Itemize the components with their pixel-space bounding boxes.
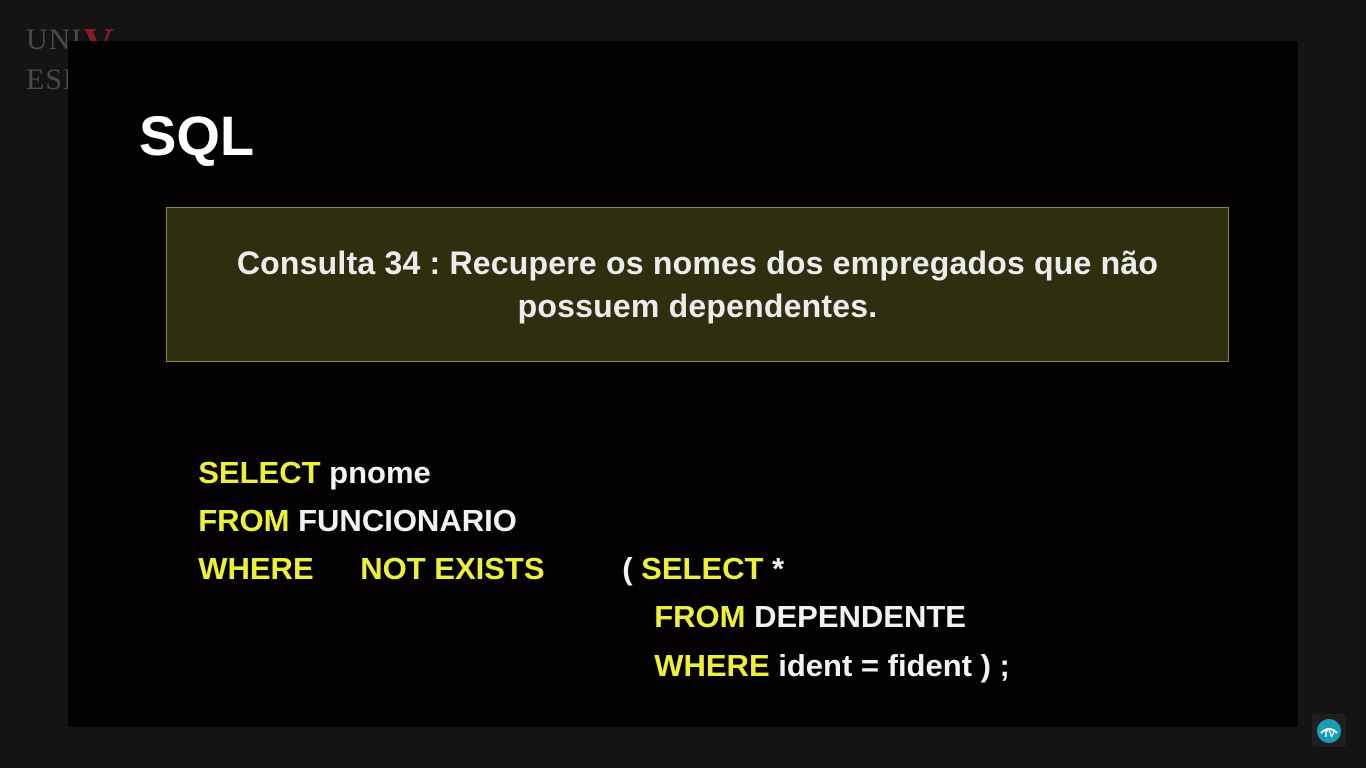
- sql-line-3-where: WHERE: [181, 509, 314, 589]
- sql-keyword-where: WHERE: [198, 551, 314, 586]
- tv-logo-icon: TV: [1312, 714, 1346, 747]
- question-line-2: possuem dependentes.: [517, 287, 878, 324]
- svg-text:TV: TV: [1323, 729, 1335, 739]
- question-box: Consulta 34 : Recupere os nomes dos empr…: [166, 207, 1229, 362]
- slide-title: SQL: [139, 104, 255, 167]
- sql-line-5: WHERE ident = fident ) ;: [637, 606, 1010, 686]
- sql-keyword-not-exists: NOT EXISTS: [360, 551, 545, 586]
- question-text: Consulta 34 : Recupere os nomes dos empr…: [178, 242, 1218, 328]
- sql-keyword-subwhere: WHERE: [654, 648, 770, 683]
- question-line-1: Consulta 34 : Recupere os nomes dos empr…: [236, 244, 1159, 281]
- sql-line-3-not-exists: NOT EXISTS: [343, 509, 545, 589]
- sql-condition: ident = fident ) ;: [769, 648, 1010, 683]
